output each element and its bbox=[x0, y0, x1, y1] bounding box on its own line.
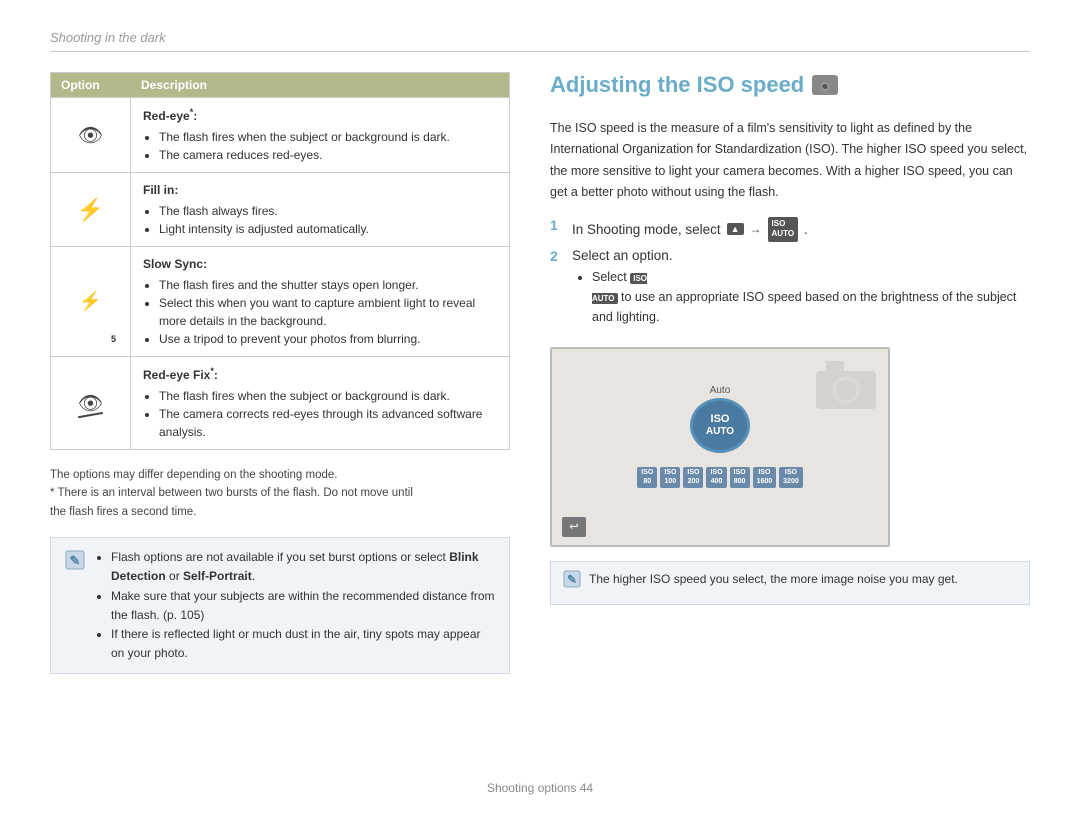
list-item: The flash fires and the shutter stays op… bbox=[159, 276, 497, 294]
list-item: The flash fires when the subject or back… bbox=[159, 128, 497, 146]
iso-auto-label: Auto bbox=[710, 385, 731, 396]
section-title: Adjusting the ISO speed bbox=[550, 72, 1030, 98]
note-icon: ✎ bbox=[563, 570, 581, 596]
camera-screen: Auto ISO AUTO ISO80 ISO100 ISO200 ISO400… bbox=[550, 347, 890, 547]
red-eye-fix-icon: 👁 bbox=[51, 357, 131, 449]
list-item: The camera reduces red-eyes. bbox=[159, 146, 497, 164]
watermark-camera-icon bbox=[816, 361, 876, 419]
note-text: The higher ISO speed you select, the mor… bbox=[589, 570, 958, 588]
table-row: ⚡5 Slow Sync: The flash fires and the sh… bbox=[51, 246, 509, 356]
footer-text: Shooting options 44 bbox=[487, 781, 593, 795]
step-2-sub-item: Select ISOAUTO to use an appropriate ISO… bbox=[592, 267, 1030, 327]
info-text: Flash options are not available if you s… bbox=[95, 548, 495, 663]
page-header-title: Shooting in the dark bbox=[50, 30, 166, 45]
iso-badge: ISOAUTO bbox=[768, 217, 799, 242]
notes-section: The options may differ depending on the … bbox=[50, 466, 510, 521]
list-item: Make sure that your subjects are within … bbox=[111, 587, 495, 625]
slow-sync-icon: ⚡5 bbox=[51, 247, 131, 356]
left-column: Option Description 👁 Red-eye*: The flash… bbox=[50, 72, 510, 771]
list-item: Light intensity is adjusted automaticall… bbox=[159, 220, 497, 238]
note-line1: The options may differ depending on the … bbox=[50, 466, 510, 484]
step-number-1: 1 bbox=[550, 217, 564, 233]
step-1-label: In Shooting mode, select bbox=[572, 222, 721, 237]
note-box: ✎ The higher ISO speed you select, the m… bbox=[550, 561, 1030, 605]
red-eye-content: Red-eye*: The flash fires when the subje… bbox=[131, 98, 509, 172]
step-2-sub-list: Select ISOAUTO to use an appropriate ISO… bbox=[572, 267, 1030, 327]
table-row: ⚡ Fill in: The flash always fires. Light… bbox=[51, 172, 509, 246]
info-icon: ✎ bbox=[65, 550, 85, 575]
fill-in-title: Fill in: bbox=[143, 181, 497, 199]
red-eye-title: Red-eye*: bbox=[143, 106, 497, 125]
step-2-content: Select an option. Select ISOAUTO to use … bbox=[572, 248, 1030, 327]
step-2-text: Select an option. bbox=[572, 248, 1030, 263]
steps-list: 1 In Shooting mode, select ▲ → ISOAUTO .… bbox=[550, 217, 1030, 333]
main-content: Option Description 👁 Red-eye*: The flash… bbox=[50, 72, 1030, 771]
iso-chip: ISO1600 bbox=[753, 467, 777, 488]
camera-back-button[interactable]: ↩ bbox=[562, 517, 586, 537]
note-line3: the flash fires a second time. bbox=[50, 503, 510, 521]
col-option-header: Option bbox=[51, 73, 131, 97]
description-text: The ISO speed is the measure of a film's… bbox=[550, 118, 1030, 203]
step-item-2: 2 Select an option. Select ISOAUTO to us… bbox=[550, 248, 1030, 327]
fill-in-content: Fill in: The flash always fires. Light i… bbox=[131, 173, 509, 246]
red-eye-fix-title: Red-eye Fix*: bbox=[143, 365, 497, 384]
svg-text:✎: ✎ bbox=[70, 553, 81, 568]
iso-chip-grid: ISO80 ISO100 ISO200 ISO400 ISO800 ISO160… bbox=[600, 467, 840, 488]
list-item: The flash fires when the subject or back… bbox=[159, 387, 497, 405]
camera-badge-icon bbox=[812, 75, 838, 95]
mountain-badge: ▲ bbox=[727, 223, 744, 235]
section-title-text: Adjusting the ISO speed bbox=[550, 72, 804, 98]
fill-in-icon: ⚡ bbox=[51, 173, 131, 246]
step-1-text: In Shooting mode, select ▲ → ISOAUTO . bbox=[572, 217, 808, 242]
slow-sync-content: Slow Sync: The flash fires and the shutt… bbox=[131, 247, 509, 356]
iso-bottom-text: AUTO bbox=[706, 426, 734, 438]
list-item: If there is reflected light or much dust… bbox=[111, 625, 495, 663]
list-item: The camera corrects red-eyes through its… bbox=[159, 405, 497, 441]
slow-sync-title: Slow Sync: bbox=[143, 255, 497, 273]
iso-center-display: Auto ISO AUTO bbox=[690, 385, 750, 453]
note-line2: * There is an interval between two burst… bbox=[50, 484, 510, 502]
page-header: Shooting in the dark bbox=[50, 30, 1030, 52]
section-title-container: Adjusting the ISO speed bbox=[550, 72, 1030, 104]
flash-options-table: Option Description 👁 Red-eye*: The flash… bbox=[50, 72, 510, 450]
iso-main-badge: ISO AUTO bbox=[690, 398, 750, 453]
table-header: Option Description bbox=[51, 73, 509, 97]
iso-chip: ISO200 bbox=[683, 467, 703, 488]
step-number-2: 2 bbox=[550, 248, 564, 264]
iso-chip: ISO3200 bbox=[779, 467, 803, 488]
right-column: Adjusting the ISO speed The ISO speed is… bbox=[550, 72, 1030, 771]
iso-chip: ISO100 bbox=[660, 467, 680, 488]
iso-auto-inline-badge: ISOAUTO bbox=[592, 273, 647, 304]
list-item: The flash always fires. bbox=[159, 202, 497, 220]
list-item: Use a tripod to prevent your photos from… bbox=[159, 330, 497, 348]
step-item-1: 1 In Shooting mode, select ▲ → ISOAUTO . bbox=[550, 217, 1030, 242]
table-row: 👁 Red-eye Fix*: The flash fires when the… bbox=[51, 356, 509, 449]
iso-chip: ISO80 bbox=[637, 467, 657, 488]
iso-top-text: ISO bbox=[711, 413, 730, 426]
step-1-content: In Shooting mode, select ▲ → ISOAUTO . bbox=[572, 217, 808, 242]
table-row: 👁 Red-eye*: The flash fires when the sub… bbox=[51, 97, 509, 172]
info-box: ✎ Flash options are not available if you… bbox=[50, 537, 510, 674]
page-footer: Shooting options 44 bbox=[50, 771, 1030, 795]
col-description-header: Description bbox=[131, 73, 509, 97]
iso-chip: ISO800 bbox=[730, 467, 750, 488]
svg-text:✎: ✎ bbox=[567, 572, 577, 586]
page-container: Shooting in the dark Option Description … bbox=[0, 0, 1080, 815]
red-eye-fix-content: Red-eye Fix*: The flash fires when the s… bbox=[131, 357, 509, 449]
iso-chip: ISO400 bbox=[706, 467, 726, 488]
arrow-icon: → bbox=[750, 222, 762, 236]
list-item: Flash options are not available if you s… bbox=[111, 548, 495, 586]
list-item: Select this when you want to capture amb… bbox=[159, 294, 497, 330]
red-eye-icon: 👁 bbox=[51, 98, 131, 172]
